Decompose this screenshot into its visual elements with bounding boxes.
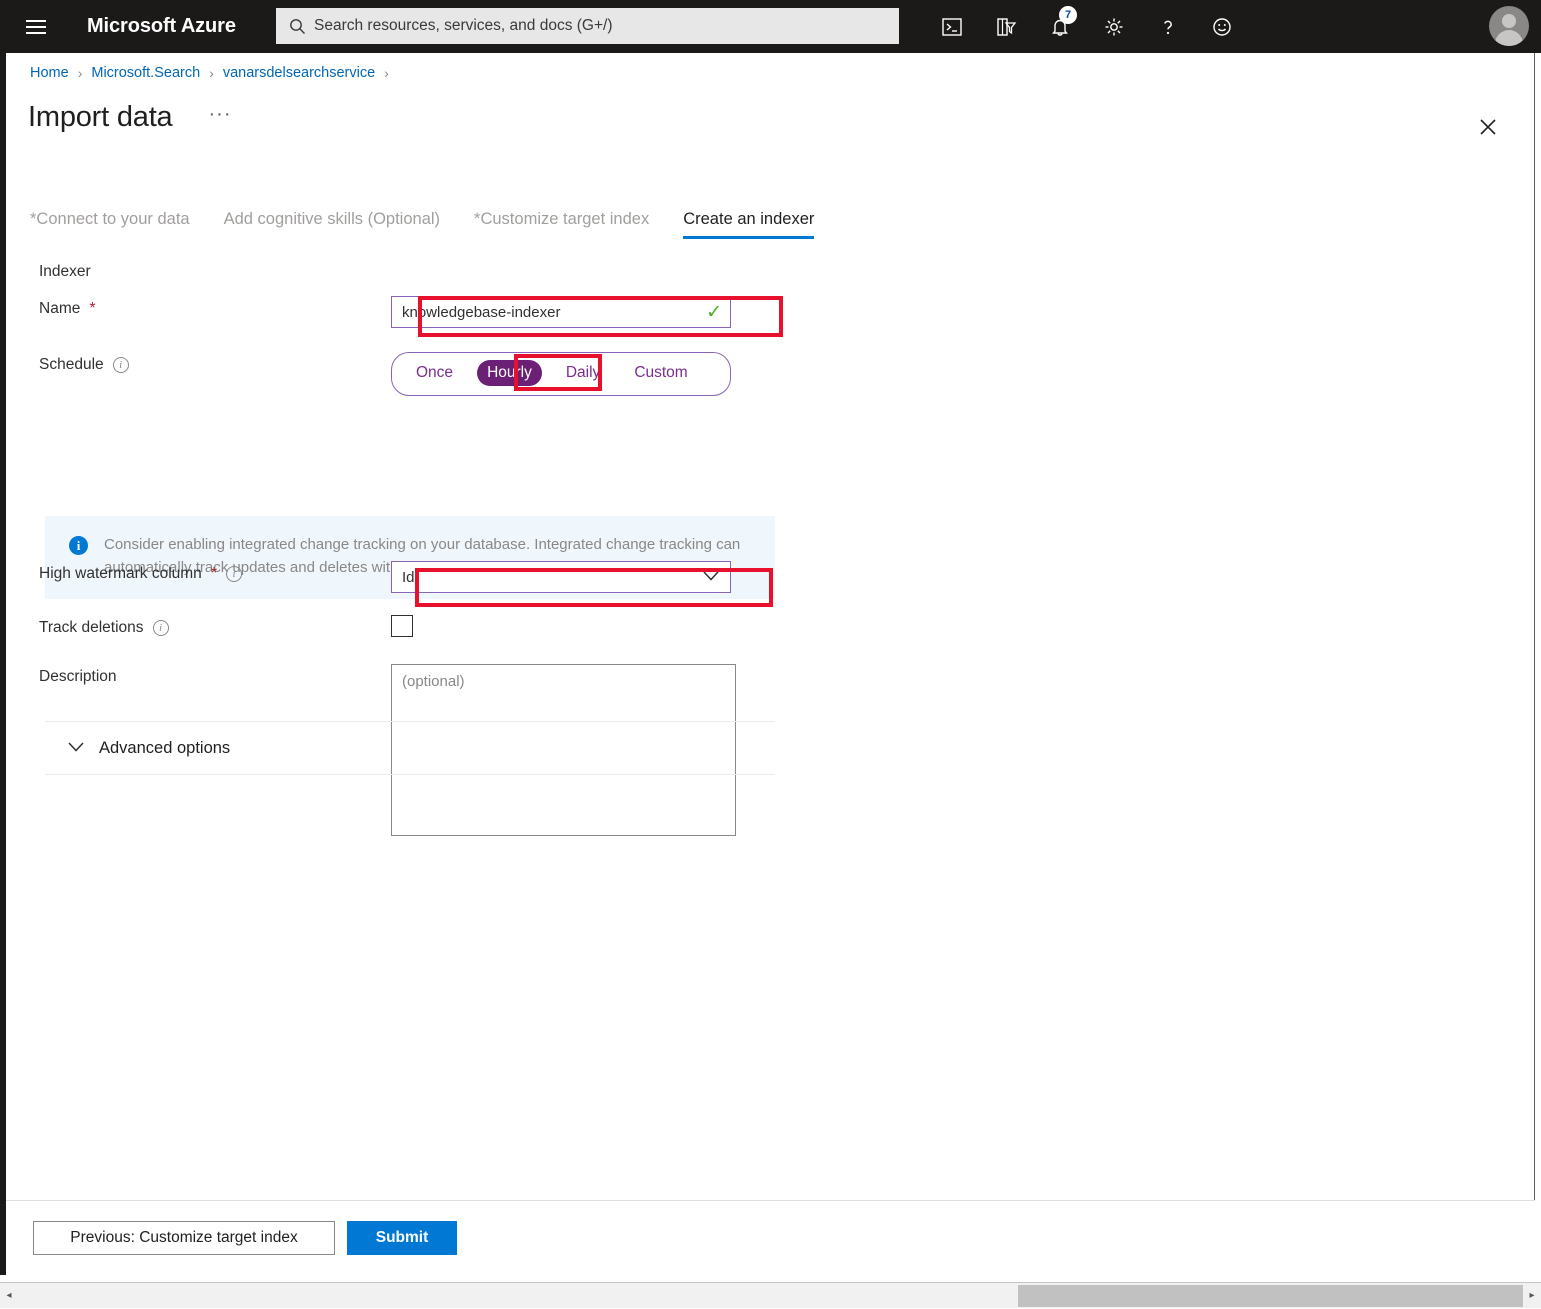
avatar-head	[1502, 14, 1516, 28]
scroll-right-arrow[interactable]: ▸	[1523, 1283, 1541, 1309]
wizard-tabs: *Connect to your data Add cognitive skil…	[30, 210, 848, 239]
cloud-shell-icon[interactable]	[925, 0, 979, 53]
scrollbar-track[interactable]	[18, 1283, 1523, 1309]
schedule-option-once[interactable]: Once	[406, 360, 463, 386]
azure-top-bar: Microsoft Azure Search resources, servic…	[0, 0, 1541, 53]
advanced-options-section[interactable]: Advanced options	[45, 721, 775, 775]
more-options-icon[interactable]: ···	[209, 104, 232, 124]
advanced-options-label: Advanced options	[99, 738, 231, 757]
submit-button[interactable]: Submit	[347, 1221, 457, 1255]
schedule-label-text: Schedule	[39, 356, 104, 373]
tab-label: Add cognitive skills (Optional)	[223, 210, 441, 228]
breadcrumb-item-microsoft-search[interactable]: Microsoft.Search	[91, 65, 200, 81]
global-search-box[interactable]	[276, 8, 899, 44]
tab-customize-target-index[interactable]: *Customize target index	[474, 210, 649, 239]
breadcrumb-item-home[interactable]: Home	[30, 65, 69, 81]
chevron-down-icon	[702, 570, 720, 585]
high-watermark-label-text: High watermark column	[39, 565, 202, 582]
track-deletions-label: Track deletions i	[6, 615, 391, 637]
name-row: Name * knowledgebase-indexer ✓	[6, 296, 1534, 328]
high-watermark-row: High watermark column * i Id	[6, 561, 1534, 593]
notification-count-badge: 7	[1059, 6, 1077, 24]
tab-label: Customize target index	[480, 210, 650, 228]
tab-label: Connect to your data	[36, 210, 190, 228]
notifications-bell-icon[interactable]: 7	[1033, 0, 1087, 53]
top-bar-icon-group: 7	[925, 0, 1249, 53]
track-deletions-checkbox[interactable]	[391, 615, 413, 637]
breadcrumb: Home › Microsoft.Search › vanarsdelsearc…	[30, 65, 398, 81]
blade-footer: Previous: Customize target index Submit	[6, 1200, 1535, 1275]
schedule-option-group: Once Hourly Daily Custom	[391, 352, 731, 396]
avatar-body	[1495, 30, 1523, 46]
high-watermark-label: High watermark column * i	[6, 561, 391, 583]
description-label-text: Description	[39, 668, 117, 685]
high-watermark-column-select[interactable]: Id	[391, 561, 731, 593]
high-watermark-selected-value: Id	[402, 568, 415, 586]
schedule-row: Schedule i Once Hourly Daily Custom	[6, 352, 1534, 396]
scrollbar-thumb[interactable]	[1018, 1284, 1523, 1307]
high-watermark-required-star: *	[210, 565, 218, 582]
track-deletions-label-text: Track deletions	[39, 619, 144, 636]
search-input[interactable]	[308, 16, 889, 36]
settings-gear-icon[interactable]	[1087, 0, 1141, 53]
feedback-smiley-icon[interactable]	[1195, 0, 1249, 53]
import-data-blade: Home › Microsoft.Search › vanarsdelsearc…	[6, 53, 1535, 1275]
directory-filter-icon[interactable]	[979, 0, 1033, 53]
page-title: Import data	[28, 101, 173, 133]
track-deletions-info-icon[interactable]: i	[152, 620, 169, 636]
breadcrumb-separator: ›	[77, 65, 83, 81]
chevron-down-icon	[67, 740, 85, 756]
track-deletions-row: Track deletions i	[6, 615, 1534, 637]
blade-title-row: Import data ···	[28, 101, 231, 134]
tab-add-cognitive-skills[interactable]: Add cognitive skills (Optional)	[224, 210, 440, 239]
info-icon: i	[69, 536, 88, 555]
name-label-text: Name	[39, 300, 81, 317]
help-question-icon[interactable]	[1141, 0, 1195, 53]
breadcrumb-item-search-service[interactable]: vanarsdelsearchservice	[223, 65, 375, 81]
schedule-info-icon[interactable]: i	[112, 357, 129, 373]
horizontal-scrollbar[interactable]: ◂ ▸	[0, 1282, 1541, 1308]
breadcrumb-separator-trailing: ›	[384, 65, 389, 81]
user-avatar[interactable]	[1489, 6, 1529, 46]
indexer-section-label: Indexer	[39, 263, 91, 280]
breadcrumb-separator: ›	[209, 65, 214, 81]
name-label: Name *	[6, 296, 391, 318]
scroll-left-arrow[interactable]: ◂	[0, 1283, 18, 1309]
name-required-star: *	[89, 300, 96, 317]
previous-button[interactable]: Previous: Customize target index	[33, 1221, 335, 1255]
schedule-option-custom[interactable]: Custom	[624, 360, 697, 386]
valid-checkmark-icon: ✓	[706, 301, 722, 323]
azure-brand-label[interactable]: Microsoft Azure	[87, 15, 236, 38]
description-label: Description	[6, 664, 391, 686]
schedule-option-hourly[interactable]: Hourly	[477, 360, 542, 386]
close-icon[interactable]	[1472, 111, 1504, 143]
tab-label: Create an indexer	[683, 210, 815, 228]
schedule-option-daily[interactable]: Daily	[556, 360, 610, 386]
hamburger-menu-icon[interactable]	[12, 0, 60, 53]
search-icon	[286, 15, 308, 37]
tab-create-an-indexer[interactable]: Create an indexer	[683, 210, 815, 239]
schedule-label: Schedule i	[6, 352, 391, 374]
indexer-name-input[interactable]: knowledgebase-indexer ✓	[391, 296, 731, 328]
indexer-name-value: knowledgebase-indexer	[402, 303, 561, 321]
tab-connect-to-your-data[interactable]: *Connect to your data	[30, 210, 190, 239]
high-watermark-info-icon[interactable]: i	[226, 566, 243, 582]
